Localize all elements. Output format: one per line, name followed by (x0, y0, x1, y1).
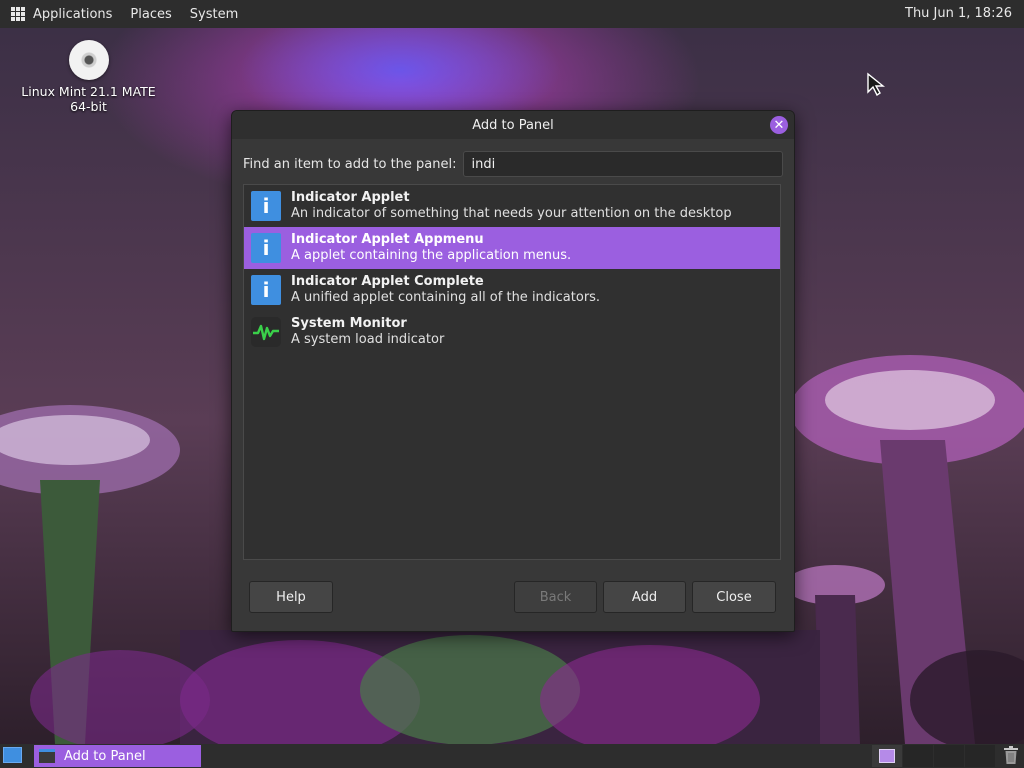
search-input[interactable] (462, 151, 783, 177)
item-description: A system load indicator (291, 332, 445, 347)
list-item[interactable]: System Monitor A system load indicator (244, 311, 780, 353)
trash-icon[interactable] (1003, 746, 1019, 765)
show-desktop-icon[interactable] (3, 747, 22, 763)
help-button[interactable]: Help (249, 581, 333, 613)
disc-icon (68, 40, 109, 80)
add-button[interactable]: Add (603, 581, 686, 613)
list-item[interactable]: i Indicator Applet Complete A unified ap… (244, 269, 780, 311)
bottom-panel: Add to Panel (0, 744, 1024, 768)
applet-list[interactable]: i Indicator Applet An indicator of somet… (243, 184, 781, 560)
taskbar-item-add-to-panel[interactable]: Add to Panel (34, 745, 201, 767)
item-description: A applet containing the application menu… (291, 248, 572, 263)
mouse-cursor-icon (867, 72, 885, 96)
add-to-panel-dialog: Add to Panel ✕ Find an item to add to th… (231, 110, 795, 632)
dialog-title: Add to Panel (472, 117, 554, 133)
item-description: An indicator of something that needs you… (291, 206, 732, 221)
list-item[interactable]: i Indicator Applet An indicator of somet… (244, 185, 780, 227)
system-monitor-icon (251, 317, 281, 347)
menu-applications[interactable]: Applications (33, 7, 112, 22)
back-button[interactable]: Back (514, 581, 597, 613)
item-name: Indicator Applet Complete (291, 274, 484, 289)
item-name: Indicator Applet (291, 190, 410, 205)
workspace-3[interactable] (934, 745, 964, 767)
desktop-icon-install-disc[interactable]: Linux Mint 21.1 MATE 64-bit (16, 40, 161, 114)
clock[interactable]: Thu Jun 1, 18:26 (905, 6, 1012, 21)
workspace-2[interactable] (903, 745, 933, 767)
item-name: System Monitor (291, 316, 407, 331)
taskbar-item-label: Add to Panel (64, 748, 146, 764)
desktop-icon-label: Linux Mint 21.1 MATE 64-bit (21, 84, 156, 114)
info-icon: i (251, 191, 281, 221)
info-icon: i (251, 233, 281, 263)
list-item-selected[interactable]: i Indicator Applet Appmenu A applet cont… (244, 227, 780, 269)
item-name: Indicator Applet Appmenu (291, 232, 484, 247)
window-icon (39, 749, 55, 763)
info-icon: i (251, 275, 281, 305)
dialog-titlebar[interactable]: Add to Panel ✕ (232, 111, 794, 139)
top-panel: Applications Places System Thu Jun 1, 18… (0, 0, 1024, 28)
close-button[interactable]: Close (692, 581, 776, 613)
workspace-4[interactable] (965, 745, 995, 767)
workspace-1[interactable] (872, 745, 902, 767)
menu-places[interactable]: Places (130, 7, 171, 22)
applications-grid-icon[interactable] (11, 7, 25, 21)
find-label: Find an item to add to the panel: (243, 156, 457, 172)
find-row: Find an item to add to the panel: (243, 151, 783, 177)
item-description: A unified applet containing all of the i… (291, 290, 601, 305)
menu-system[interactable]: System (190, 7, 238, 22)
close-window-icon[interactable]: ✕ (770, 116, 788, 134)
